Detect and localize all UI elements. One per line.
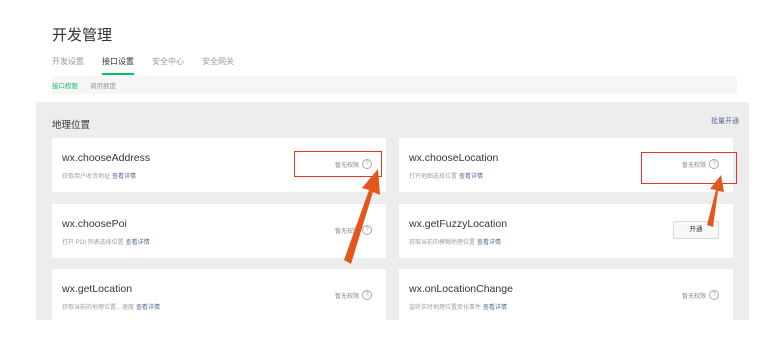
annotation-arrows — [344, 169, 724, 264]
annotation-arrow-left — [344, 169, 380, 264]
annotation-arrow-right — [707, 175, 724, 227]
